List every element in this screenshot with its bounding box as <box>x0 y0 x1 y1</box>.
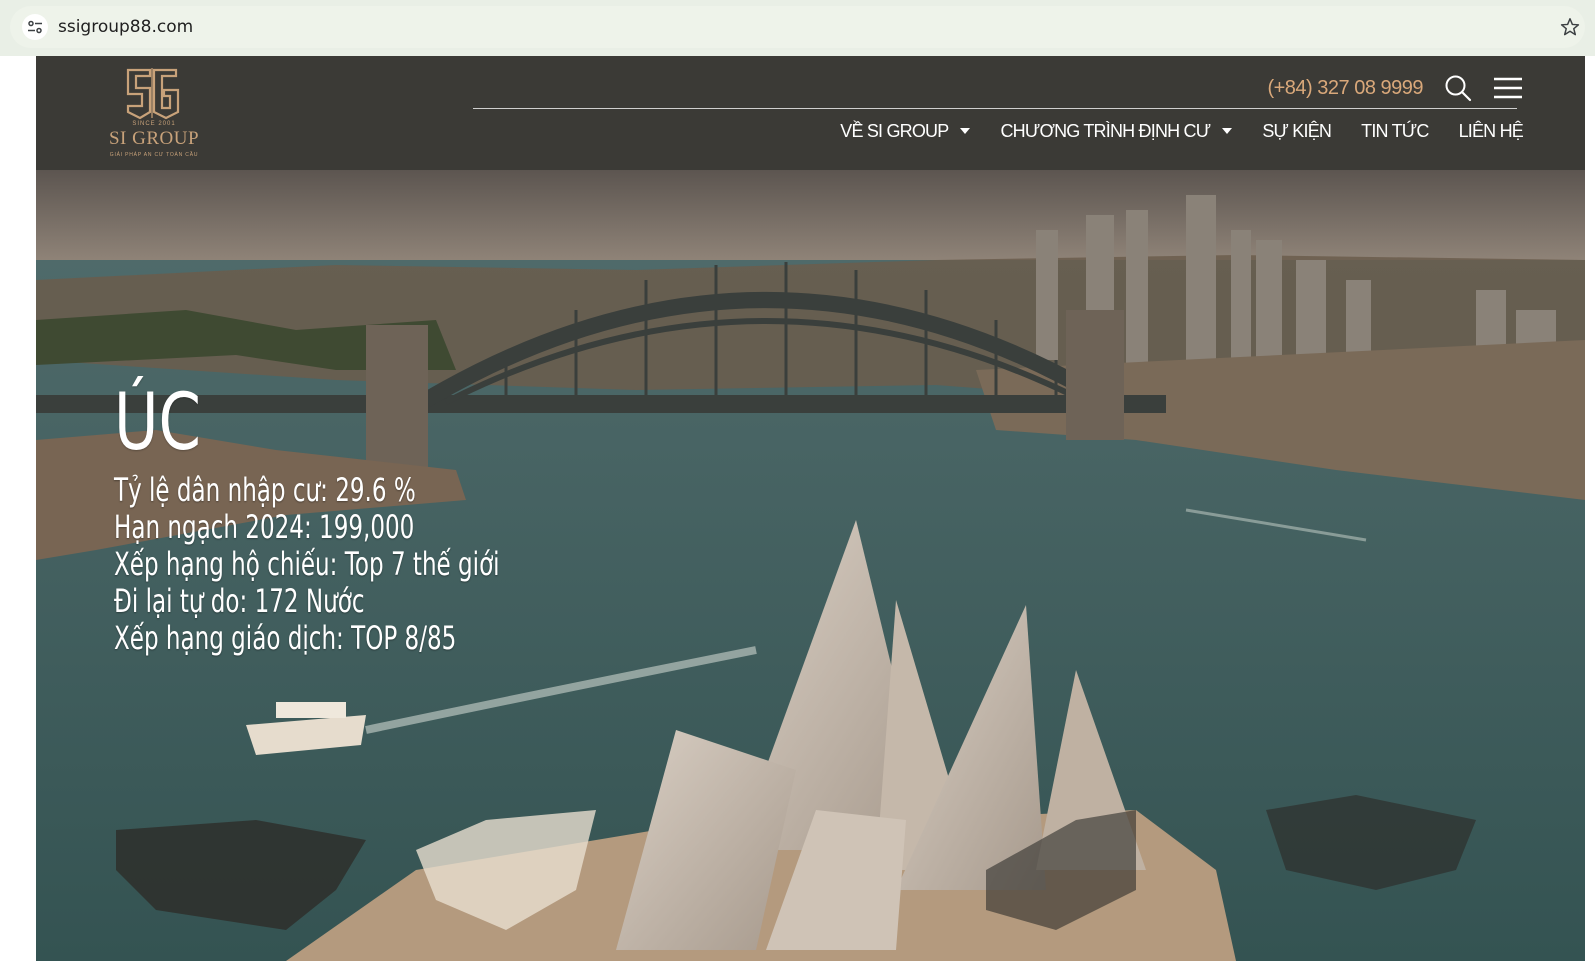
search-icon <box>1445 75 1472 102</box>
header-utility-bar: (+84) 327 08 9999 <box>1267 70 1523 106</box>
nav-item-su-kien[interactable]: SỰ KIỆN <box>1262 120 1332 142</box>
header-divider <box>473 108 1517 109</box>
browser-toolbar: ssigroup88.com <box>0 0 1595 56</box>
stat-passport-rank: Xếp hạng hộ chiếu: Top 7 thế giới <box>114 545 500 583</box>
address-bar[interactable]: ssigroup88.com <box>10 6 1585 48</box>
hero-title: ÚC <box>114 378 202 468</box>
caret-down-icon <box>1222 128 1233 134</box>
logo-mark-icon <box>126 68 180 120</box>
nav-item-label: VỀ SI GROUP <box>840 120 949 141</box>
nav-item-chuong-trinh-dinh-cu[interactable]: CHƯƠNG TRÌNH ĐỊNH CƯ <box>1000 120 1233 142</box>
hero-content: ÚC Tỷ lệ dân nhập cư: 29.6 % Hạn ngạch 2… <box>114 380 650 657</box>
page-margin-left <box>0 56 36 961</box>
hero-stats-list: Tỷ lệ dân nhập cư: 29.6 % Hạn ngạch 2024… <box>114 472 650 657</box>
hamburger-menu-icon <box>1494 77 1522 99</box>
site-info-icon[interactable] <box>22 14 48 40</box>
nav-item-label: LIÊN HỆ <box>1458 120 1524 141</box>
site-logo[interactable]: SINCE 2001 SI GROUP GIẢI PHÁP AN CƯ TOÀN… <box>92 66 216 160</box>
stat-quota-2024: Hạn ngạch 2024: 199,000 <box>114 508 415 546</box>
nav-item-label: TIN TỨC <box>1361 120 1429 141</box>
logo-tagline: GIẢI PHÁP AN CƯ TOÀN CẦU <box>109 152 199 158</box>
phone-number[interactable]: (+84) 327 08 9999 <box>1267 77 1423 100</box>
site-header: SINCE 2001 SI GROUP GIẢI PHÁP AN CƯ TOÀN… <box>36 56 1585 170</box>
search-button[interactable] <box>1443 73 1473 103</box>
star-icon[interactable] <box>1559 16 1581 38</box>
main-nav: VỀ SI GROUP CHƯƠNG TRÌNH ĐỊNH CƯ SỰ KIỆN… <box>840 114 1524 148</box>
nav-item-lien-he[interactable]: LIÊN HỆ <box>1458 120 1524 142</box>
logo-name: SI GROUP <box>108 128 200 149</box>
stat-visa-free: Đi lại tự do: 172 Nước <box>114 582 365 620</box>
url-text[interactable]: ssigroup88.com <box>58 17 193 37</box>
page-viewport: SINCE 2001 SI GROUP GIẢI PHÁP AN CƯ TOÀN… <box>0 56 1595 961</box>
nav-item-ve-si-group[interactable]: VỀ SI GROUP <box>840 120 971 142</box>
logo-since: SINCE 2001 <box>132 121 176 127</box>
page-margin-right <box>1585 56 1595 961</box>
nav-item-label: CHƯƠNG TRÌNH ĐỊNH CƯ <box>1000 120 1211 141</box>
caret-down-icon <box>960 128 971 134</box>
stat-education-rank: Xếp hạng giáo dịch: TOP 8/85 <box>114 619 457 657</box>
hero-banner: ÚC Tỷ lệ dân nhập cư: 29.6 % Hạn ngạch 2… <box>36 170 1585 961</box>
menu-button[interactable] <box>1493 73 1523 103</box>
nav-item-tin-tuc[interactable]: TIN TỨC <box>1361 120 1429 142</box>
nav-item-label: SỰ KIỆN <box>1262 120 1332 141</box>
stat-immigrant-rate: Tỷ lệ dân nhập cư: 29.6 % <box>114 471 416 509</box>
